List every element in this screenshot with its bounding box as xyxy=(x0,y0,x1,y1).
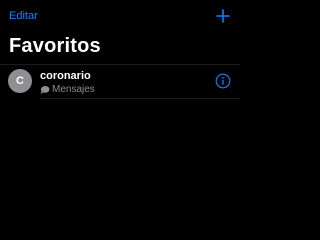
favorite-item[interactable]: C coronario Mensajes xyxy=(0,65,240,98)
edit-button[interactable]: Editar xyxy=(9,9,38,23)
contact-type-row: Mensajes xyxy=(40,84,95,96)
avatar: C xyxy=(8,69,32,93)
divider xyxy=(40,98,240,99)
info-button[interactable] xyxy=(215,73,231,89)
message-bubble-icon xyxy=(40,86,50,94)
contact-type-label: Mensajes xyxy=(52,84,95,95)
page-title: Favoritos xyxy=(9,35,101,57)
plus-icon xyxy=(216,9,230,23)
info-icon xyxy=(215,73,231,89)
contact-name: coronario xyxy=(40,70,91,82)
add-favorite-button[interactable] xyxy=(214,7,232,25)
navigation-bar: Editar xyxy=(0,0,240,32)
